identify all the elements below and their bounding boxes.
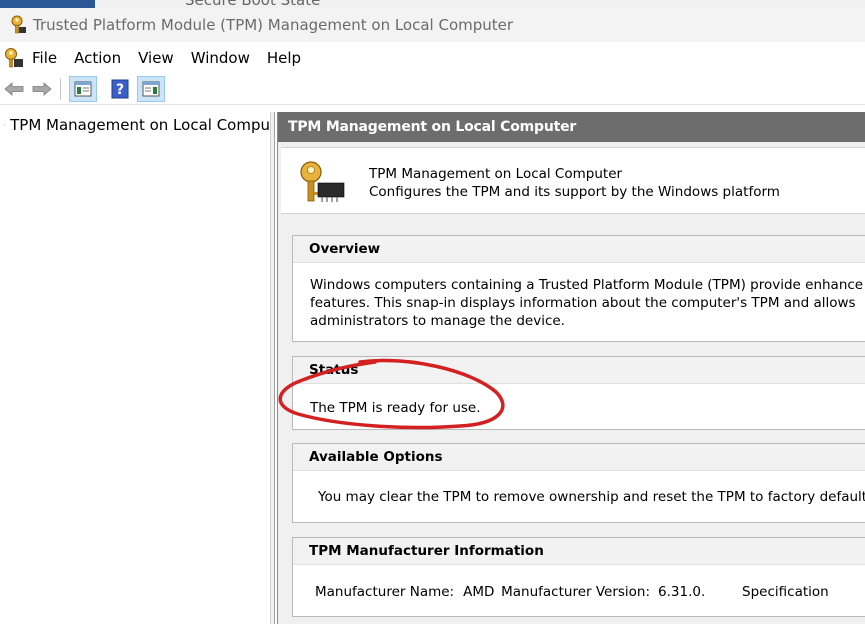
help-icon: ?	[111, 79, 129, 99]
available-options-heading: Available Options	[293, 444, 865, 471]
show-hide-action-pane-button[interactable]	[137, 76, 165, 102]
forward-button[interactable]	[30, 77, 54, 101]
tree-item-tpm-management[interactable]: TPM Management on Local Compu	[0, 112, 270, 138]
status-section: Status The TPM is ready for use.	[292, 356, 865, 430]
show-hide-console-tree-button[interactable]	[69, 76, 97, 102]
menu-help[interactable]: Help	[259, 49, 310, 67]
toolbar-separator	[60, 78, 61, 100]
overview-heading: Overview	[293, 236, 865, 263]
menu-file[interactable]: File	[24, 49, 66, 67]
specification-label: Specification	[742, 584, 829, 600]
manufacturer-row: Manufacturer Name: AMD Manufacturer Vers…	[315, 583, 865, 601]
title-bar: Trusted Platform Module (TPM) Management…	[0, 8, 865, 42]
window-title: Trusted Platform Module (TPM) Management…	[33, 16, 514, 34]
manufacturer-section: TPM Manufacturer Information Manufacture…	[292, 537, 865, 617]
menu-action[interactable]: Action	[66, 49, 130, 67]
forward-arrow-icon	[32, 82, 52, 96]
background-window-accent	[0, 0, 95, 8]
background-window-strip: Secure Boot State	[0, 0, 865, 8]
svg-text:?: ?	[116, 82, 124, 98]
manufacturer-name-label: Manufacturer Name:	[315, 584, 455, 600]
overview-line: Windows computers containing a Trusted P…	[310, 277, 864, 293]
show-hide-console-tree-icon	[74, 81, 92, 97]
help-button[interactable]: ?	[107, 77, 133, 101]
status-text: The TPM is ready for use.	[310, 400, 481, 416]
toolbar: ?	[0, 74, 865, 105]
tpm-key-chip-icon	[300, 161, 345, 202]
background-window-text: Secure Boot State	[185, 0, 320, 8]
manufacturer-body: Manufacturer Name: AMD Manufacturer Vers…	[293, 565, 865, 601]
snapin-banner: TPM Management on Local Computer Configu…	[281, 147, 865, 214]
system-menu-icon[interactable]	[2, 47, 24, 69]
menu-view[interactable]: View	[130, 49, 183, 67]
manufacturer-version-value: 6.31.0.6	[658, 584, 706, 600]
back-arrow-icon	[4, 82, 24, 96]
content-pane: TPM Management on Local Computer TPM Man…	[277, 112, 865, 624]
banner-subtitle: Configures the TPM and its support by th…	[369, 184, 780, 200]
tree-item-label: TPM Management on Local Compu	[10, 116, 270, 134]
tpm-key-chip-icon	[4, 124, 6, 126]
content-header: TPM Management on Local Computer	[278, 112, 865, 142]
pane-splitter[interactable]	[270, 112, 275, 624]
show-hide-action-pane-icon	[142, 81, 160, 97]
overview-body: Windows computers containing a Trusted P…	[293, 263, 865, 330]
menu-bar: File Action View Window Help	[0, 44, 865, 72]
overview-line: administrators to manage the device.	[310, 313, 565, 329]
status-heading: Status	[293, 357, 865, 384]
available-options-section: Available Options You may clear the TPM …	[292, 443, 865, 523]
back-button[interactable]	[2, 77, 26, 101]
overview-line: features. This snap-in displays informat…	[310, 295, 856, 311]
manufacturer-heading: TPM Manufacturer Information	[293, 538, 865, 565]
menu-window[interactable]: Window	[183, 49, 259, 67]
tpm-app-icon	[11, 15, 26, 34]
console-tree: TPM Management on Local Compu	[0, 112, 270, 624]
available-options-text: You may clear the TPM to remove ownershi…	[318, 489, 865, 505]
overview-section: Overview Windows computers containing a …	[292, 235, 865, 342]
banner-title: TPM Management on Local Computer	[369, 166, 623, 182]
manufacturer-name-value: AMD	[463, 584, 495, 600]
manufacturer-version-label: Manufacturer Version:	[501, 584, 651, 600]
